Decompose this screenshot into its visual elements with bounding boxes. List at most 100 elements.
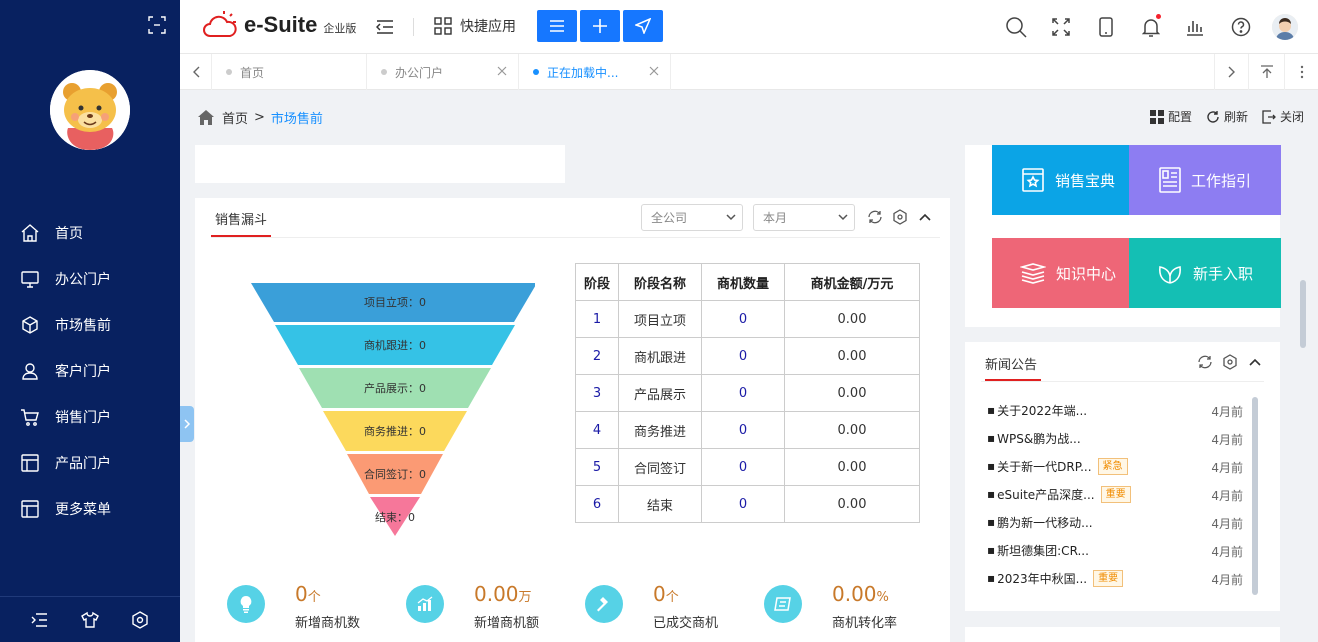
news-date: 4月前 — [1211, 517, 1243, 531]
shirt-icon[interactable] — [81, 611, 99, 629]
stage-name: 项目立项 — [618, 300, 702, 338]
stat-value: 0个 — [653, 582, 679, 606]
settings-icon[interactable] — [1222, 354, 1238, 370]
funnel-label-5: 合同签订：0 — [364, 467, 426, 481]
company-select[interactable]: 全公司 — [641, 204, 743, 231]
close-icon[interactable] — [648, 65, 660, 77]
news-title: eSuite产品深度... — [997, 487, 1095, 502]
plus-icon — [593, 19, 607, 33]
tab-office-portal[interactable]: 办公门户 — [367, 54, 519, 90]
news-item[interactable]: ▪ eSuite产品深度... 重要 4月前 — [987, 482, 1243, 506]
home-icon — [21, 224, 39, 242]
quick-apps-button[interactable]: 快捷应用 — [434, 16, 516, 36]
refresh-icon[interactable] — [1197, 354, 1213, 370]
help-button[interactable] — [1229, 14, 1253, 40]
column-header: 阶段名称 — [618, 263, 702, 301]
opportunity-count[interactable]: 0 — [701, 448, 785, 486]
close-icon[interactable] — [496, 65, 508, 77]
sidebar-nav: 首页 办公门户 市场售前 客户门户 销售门户 产品门户 更多菜单 — [0, 210, 180, 532]
navigate-button[interactable] — [623, 10, 663, 42]
sales-funnel-card: 销售漏斗 全公司 本月 项目立项：0 商机跟进：0 产品展示：0 商务推进：0 … — [195, 198, 950, 642]
settings-icon[interactable] — [131, 610, 149, 629]
breadcrumb-home[interactable]: 首页 — [222, 108, 248, 127]
news-item[interactable]: ▪ 2023年中秋国... 重要 4月前 — [987, 566, 1243, 590]
add-button[interactable] — [580, 10, 620, 42]
news-item[interactable]: ▪ WPS&鹏为战... 4月前 — [987, 426, 1243, 450]
news-item[interactable]: ▪ 关于新一代DRP... 紧急 4月前 — [987, 454, 1243, 478]
tab-home[interactable]: 首页 — [212, 54, 367, 90]
settings-icon[interactable] — [892, 209, 908, 225]
opportunity-count[interactable]: 0 — [701, 337, 785, 375]
tile-new-onboarding[interactable]: 新手入职 — [1129, 238, 1281, 308]
app-logo[interactable]: e-Suite 企业版 — [202, 10, 356, 40]
news-card: 新闻公告 ▪ 关于2022年端... 4月前 ▪ WPS&鹏为战... 4月前 ▪ 关… — [965, 342, 1280, 611]
config-button[interactable]: 配置 — [1149, 108, 1192, 125]
sidebar-item-presales[interactable]: 市场售前 — [0, 302, 180, 348]
mobile-button[interactable] — [1094, 14, 1118, 40]
news-item[interactable]: ▪ 关于2022年端... 4月前 — [987, 398, 1243, 422]
sidebar-item-customer[interactable]: 客户门户 — [0, 348, 180, 394]
breadcrumb: 首页 > 市场售前 — [198, 108, 323, 127]
news-scrollbar[interactable] — [1252, 397, 1258, 595]
stat-new-opportunities: 0个 新增商机数 — [227, 580, 397, 640]
tile-sales-handbook[interactable]: 销售宝典 — [992, 145, 1144, 215]
close-label: 关闭 — [1279, 110, 1304, 124]
list-menu-button[interactable] — [537, 10, 577, 42]
fullscreen-button[interactable] — [1049, 14, 1073, 40]
stat-closed-deals: 0个 已成交商机 — [585, 580, 755, 640]
notification-button[interactable] — [1139, 14, 1163, 40]
sidebar-toggle-button[interactable] — [180, 406, 194, 442]
refresh-icon[interactable] — [867, 209, 883, 225]
user-avatar[interactable] — [50, 70, 130, 150]
tile-knowledge-center[interactable]: 知识中心 — [992, 238, 1144, 308]
close-page-button[interactable]: 关闭 — [1262, 108, 1304, 125]
news-title: 关于2022年端... — [997, 403, 1088, 418]
card-divider — [981, 381, 1264, 382]
sidebar-item-office[interactable]: 办公门户 — [0, 256, 180, 302]
opportunity-count[interactable]: 0 — [701, 300, 785, 338]
sidebar-item-sales[interactable]: 销售门户 — [0, 394, 180, 440]
reports-button[interactable] — [1183, 14, 1207, 40]
tile-label: 工作指引 — [1190, 171, 1251, 190]
next-card-peek — [965, 627, 1280, 642]
fullscreen-collapse-icon[interactable] — [148, 16, 166, 34]
opportunity-count[interactable]: 0 — [701, 411, 785, 449]
bar-chart-icon — [1187, 21, 1203, 36]
header-user-avatar[interactable] — [1272, 14, 1298, 40]
news-item[interactable]: ▪ 斯坦德集团:CR... 4月前 — [987, 538, 1243, 562]
table-row: 6 结束 0 0.00 — [575, 485, 920, 523]
menu-collapse-icon[interactable] — [31, 611, 49, 629]
tile-work-guide[interactable]: 工作指引 — [1129, 145, 1281, 215]
page-scrollbar[interactable] — [1300, 280, 1306, 348]
collapse-up-icon[interactable] — [917, 209, 933, 225]
opportunity-count[interactable]: 0 — [701, 374, 785, 412]
news-item[interactable]: ▪ 鹏为新一代移动... 4月前 — [987, 510, 1243, 534]
sidebar: 首页 办公门户 市场售前 客户门户 销售门户 产品门户 更多菜单 — [0, 0, 180, 642]
box-icon — [22, 316, 38, 334]
tab-loading[interactable]: 正在加载中... — [519, 54, 671, 90]
funnel-label-2: 商机跟进：0 — [364, 338, 426, 352]
logo-text: e-Suite — [244, 12, 318, 37]
cart-icon — [21, 409, 39, 426]
opportunity-count[interactable]: 0 — [701, 485, 785, 523]
tab-scroll-right-button[interactable] — [1214, 54, 1248, 90]
table-row: 5 合同签订 0 0.00 — [575, 448, 920, 486]
tile-label: 销售宝典 — [1054, 171, 1115, 190]
tab-status-dot — [381, 69, 387, 75]
sidebar-item-more[interactable]: 更多菜单 — [0, 486, 180, 532]
tab-more-button[interactable] — [1284, 54, 1318, 90]
sidebar-item-home[interactable]: 首页 — [0, 210, 180, 256]
stage-number: 1 — [575, 300, 619, 338]
sidebar-item-product[interactable]: 产品门户 — [0, 440, 180, 486]
refresh-button[interactable]: 刷新 — [1206, 108, 1248, 125]
stat-value: 0.00万 — [474, 582, 532, 606]
search-button[interactable] — [1004, 14, 1028, 40]
search-icon — [1006, 17, 1027, 38]
menu-fold-icon[interactable] — [376, 18, 394, 36]
pin-tab-button[interactable] — [1248, 54, 1284, 90]
collapse-up-icon[interactable] — [1247, 354, 1263, 370]
stage-name: 结束 — [618, 485, 702, 523]
tab-scroll-left-button[interactable] — [180, 54, 212, 90]
period-select[interactable]: 本月 — [753, 204, 855, 231]
sales-funnel-chart: 项目立项：0 商机跟进：0 产品展示：0 商务推进：0 合同签订：0 结束：0 — [251, 283, 535, 536]
